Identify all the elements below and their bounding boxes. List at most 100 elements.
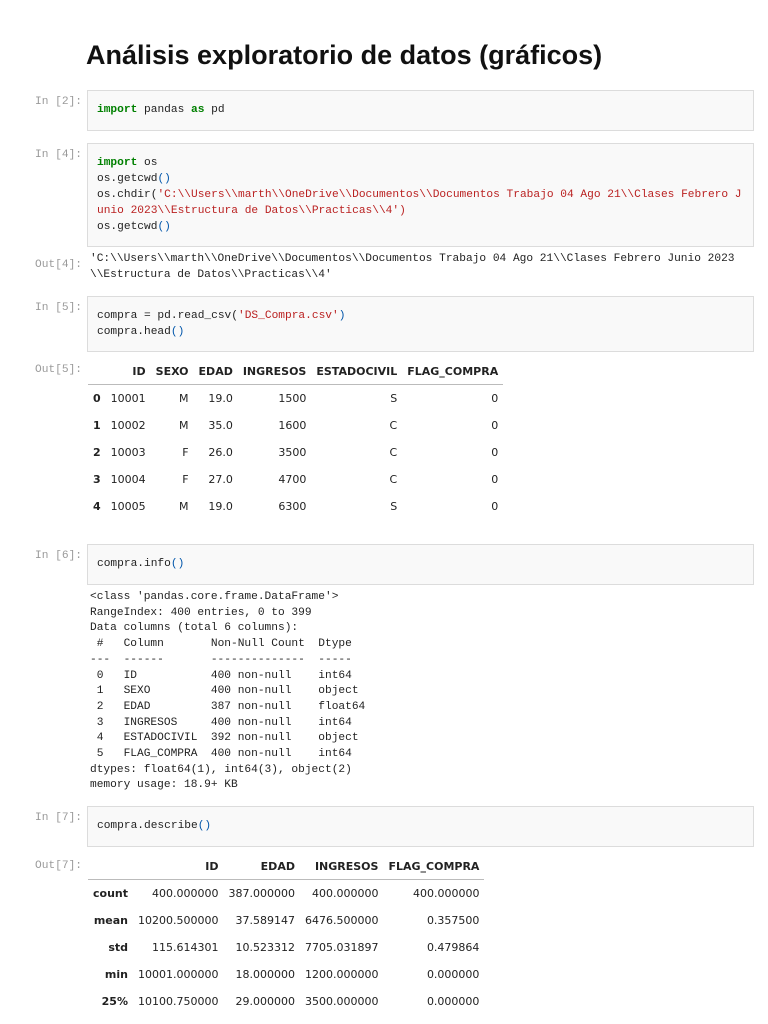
table-cell: 0.479864: [426, 941, 480, 954]
table-cell: 400.000000: [152, 887, 219, 900]
table-cell: 10004: [110, 473, 146, 486]
code-text: pandas: [137, 104, 192, 116]
table-cell: 6300: [278, 500, 307, 513]
table-cell: 19.0: [208, 500, 233, 513]
in-prompt-4: In [4]:: [35, 149, 82, 161]
table-cell: 400.000000: [311, 887, 379, 900]
row-index: 4: [93, 500, 101, 513]
column-header: ESTADOCIVIL: [311, 358, 403, 385]
code-cell-2[interactable]: import pandas as pd: [87, 90, 754, 131]
table-cell: M: [179, 392, 189, 405]
row-index: 2: [93, 446, 101, 459]
table-cell: 0: [491, 446, 499, 459]
table-cell: S: [390, 500, 398, 513]
row-index: std: [108, 941, 128, 954]
output-6: <class 'pandas.core.frame.DataFrame'> Ra…: [90, 591, 366, 792]
in-prompt-6: In [6]:: [35, 550, 82, 562]
code-text: compra = pd.read_csv(: [97, 310, 238, 322]
out-prompt-7: Out[7]:: [35, 860, 82, 872]
table-cell: 6476.500000: [304, 914, 379, 927]
code-paren: ): [338, 310, 346, 322]
table-row: mean 10200.500000 37.589147 6476.500000 0.35…: [88, 907, 484, 934]
table-cell: 4700: [278, 473, 307, 486]
code-paren: (): [170, 326, 185, 338]
table-cell: C: [389, 446, 398, 459]
table-row: min 10001.000000 18.000000 1200.000000 0.000…: [88, 961, 484, 988]
column-header: EDAD: [223, 853, 300, 880]
column-header: [88, 358, 106, 385]
keyword: as: [191, 104, 205, 116]
row-index: 3: [93, 473, 101, 486]
code-text: compra.describe: [97, 820, 198, 832]
table-cell: 37.589147: [235, 914, 295, 927]
table-cell: 3500.000000: [304, 995, 379, 1008]
column-header: INGRESOS: [299, 853, 384, 880]
code-cell-4[interactable]: import os os.getcwd() os.chdir('C:\\User…: [87, 143, 754, 247]
table-cell: 10005: [110, 500, 146, 513]
table-cell: 0.357500: [426, 914, 480, 927]
table-cell: 0: [491, 419, 499, 432]
table-cell: 10.523312: [235, 941, 295, 954]
code-text: pd: [204, 104, 225, 116]
in-prompt-2: In [2]:: [35, 96, 82, 108]
table-header-row: ID SEXO EDAD INGRESOS ESTADOCIVIL FLAG_C…: [88, 358, 504, 385]
table-cell: 19.0: [208, 392, 233, 405]
table-row: 2 10003 F 26.0 3500 C 0: [88, 439, 503, 466]
table-cell: M: [179, 419, 189, 432]
row-index: 25%: [101, 995, 128, 1008]
table-cell: 3500: [278, 446, 307, 459]
code-text: compra.info: [97, 558, 171, 570]
notebook-heading: Análisis exploratorio de datos (gráficos…: [86, 40, 603, 70]
row-index: 0: [93, 392, 101, 405]
table-cell: 27.0: [208, 473, 233, 486]
column-header: FLAG_COMPRA: [383, 853, 485, 880]
table-cell: 26.0: [208, 446, 233, 459]
in-prompt-5: In [5]:: [35, 302, 82, 314]
head-dataframe: ID SEXO EDAD INGRESOS ESTADOCIVIL FLAG_C…: [88, 358, 504, 520]
row-index: mean: [93, 914, 128, 927]
table-header-row: ID EDAD INGRESOS FLAG_COMPRA: [88, 853, 485, 880]
column-header: ID: [105, 358, 151, 385]
code-string: 'DS_Compra.csv': [238, 310, 339, 322]
table-cell: 29.000000: [235, 995, 295, 1008]
code-text: os.getcwd: [97, 221, 158, 233]
table-row: 0 10001 M 19.0 1500 S 0: [88, 385, 503, 413]
code-text: os.chdir(: [97, 189, 158, 201]
table-cell: 35.0: [208, 419, 233, 432]
table-row: 3 10004 F 27.0 4700 C 0: [88, 466, 503, 493]
table-cell: 0.000000: [426, 995, 480, 1008]
column-header: [88, 853, 133, 880]
table-cell: 10002: [110, 419, 146, 432]
table-cell: 7705.031897: [304, 941, 379, 954]
table-cell: C: [389, 419, 398, 432]
keyword: import: [97, 104, 138, 116]
code-cell-5[interactable]: compra = pd.read_csv('DS_Compra.csv') co…: [87, 296, 754, 352]
code-text: os.getcwd: [97, 173, 158, 185]
table-cell: C: [389, 473, 398, 486]
column-header: INGRESOS: [237, 358, 312, 385]
table-cell: 0: [491, 473, 499, 486]
code-cell-7[interactable]: compra.describe(): [87, 806, 754, 847]
table-cell: 0: [491, 392, 499, 405]
code-paren: (): [197, 820, 212, 832]
describe-dataframe: ID EDAD INGRESOS FLAG_COMPRA count 400.00…: [88, 853, 485, 1015]
code-text: compra.head: [97, 326, 171, 338]
out-prompt-4: Out[4]:: [35, 259, 82, 271]
column-header: FLAG_COMPRA: [402, 358, 504, 385]
table-row: 25% 10100.750000 29.000000 3500.000000 0.000…: [88, 988, 484, 1015]
code-cell-6[interactable]: compra.info(): [87, 544, 754, 585]
table-cell: 0: [491, 500, 499, 513]
table-cell: 115.614301: [152, 941, 219, 954]
code-text: os: [137, 157, 158, 169]
table-cell: F: [182, 473, 189, 486]
table-cell: 10200.500000: [138, 914, 219, 927]
table-cell: 400.000000: [412, 887, 480, 900]
table-cell: S: [390, 392, 398, 405]
table-cell: M: [179, 500, 189, 513]
table-cell: 10003: [110, 446, 146, 459]
table-cell: 10001: [110, 392, 146, 405]
table-cell: 1600: [278, 419, 307, 432]
column-header: SEXO: [150, 358, 194, 385]
table-cell: F: [182, 446, 189, 459]
table-cell: 18.000000: [235, 968, 295, 981]
